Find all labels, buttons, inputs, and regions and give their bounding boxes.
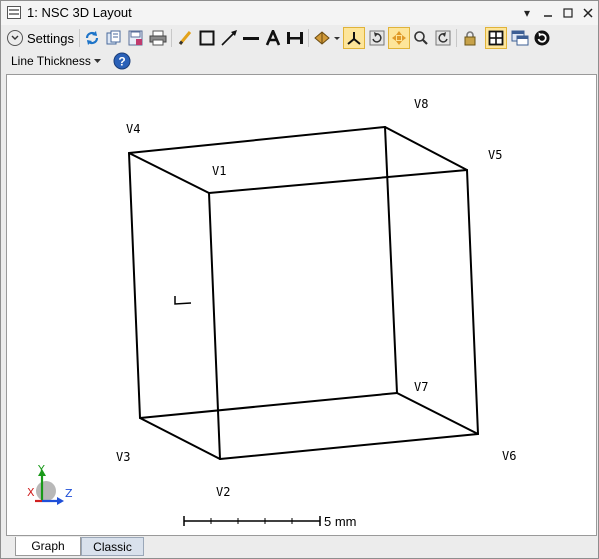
text-button[interactable]: [262, 27, 284, 49]
title-bar: 1: NSC 3D Layout ▾: [1, 1, 598, 25]
axis-label-x: X: [27, 486, 35, 499]
main-toolbar: Settings: [1, 26, 598, 50]
lock-button[interactable]: [459, 27, 481, 49]
nsc-3d-layout-window: 1: NSC 3D Layout ▾ Settings Line Thickne…: [0, 0, 599, 559]
line-icon: [243, 37, 259, 40]
svg-text:?: ?: [118, 55, 125, 69]
rotate-view-dropdown[interactable]: [312, 27, 342, 49]
pencil-icon: [178, 31, 192, 45]
save-icon: [128, 30, 143, 46]
refresh-circle-icon: [534, 30, 550, 46]
scale-bar: 5 mm: [183, 514, 357, 529]
refresh-button[interactable]: [81, 27, 103, 49]
fit-button[interactable]: [485, 27, 507, 49]
edge-v2-v6: [219, 433, 479, 460]
lock-icon: [464, 31, 476, 46]
vertex-label-v6: V6: [502, 449, 516, 463]
dimension-button[interactable]: [284, 27, 306, 49]
pan-button[interactable]: [388, 27, 410, 49]
edge-v4-v3: [128, 152, 141, 419]
print-button[interactable]: [147, 27, 169, 49]
copy-icon: [106, 30, 121, 45]
tab-classic[interactable]: Classic: [81, 537, 144, 556]
window-title: 1: NSC 3D Layout: [27, 5, 132, 20]
minimize-button[interactable]: [539, 4, 557, 22]
edge-v8-v5: [384, 126, 468, 171]
edge-v5-v6: [466, 169, 479, 435]
edge-v1-v2: [208, 192, 221, 460]
window-icon: [511, 30, 529, 46]
tab-graph[interactable]: Graph: [15, 537, 81, 556]
chevron-down-icon: [93, 58, 101, 63]
line-thickness-dropdown[interactable]: Line Thickness: [11, 54, 101, 68]
line-button[interactable]: [240, 27, 262, 49]
secondary-toolbar: Line Thickness ?: [1, 51, 598, 73]
window-button[interactable]: [509, 27, 531, 49]
edge-v4-v1: [128, 152, 210, 194]
axis-button[interactable]: [343, 27, 365, 49]
rotate-view-icon: [314, 31, 340, 45]
arrow-line-icon: [221, 30, 237, 46]
edge-v1-v5: [208, 169, 468, 194]
vertex-label-v2: V2: [216, 485, 230, 499]
toolbar-separator: [79, 29, 80, 47]
layout-canvas[interactable]: V1 V2 V3 V4 V5 V6 V7 V8 Y Z X 5 mm: [6, 74, 597, 536]
copy-button[interactable]: [103, 27, 125, 49]
close-button[interactable]: [579, 4, 597, 22]
help-icon: ?: [113, 52, 131, 70]
dimension-icon: [287, 32, 303, 44]
help-button[interactable]: ?: [113, 52, 133, 72]
toolbar-separator: [171, 29, 172, 47]
vertex-label-v1: V1: [212, 164, 226, 178]
pencil-button[interactable]: [174, 27, 196, 49]
chevron-down-icon: [7, 30, 23, 46]
toolbar-separator: [456, 29, 457, 47]
vertex-label-v3: V3: [116, 450, 130, 464]
axis-triad: Y Z X: [27, 463, 73, 505]
origin-marker: [174, 296, 192, 305]
vertex-label-v8: V8: [414, 97, 428, 111]
rotate-3d-icon: [369, 30, 385, 46]
window-layout-icon: [7, 6, 21, 19]
settings-button[interactable]: Settings: [7, 28, 74, 48]
fit-icon: [488, 30, 504, 46]
refresh-icon: [85, 31, 99, 45]
dropdown-icon[interactable]: ▾: [518, 4, 536, 22]
edge-v3-v2: [139, 417, 221, 460]
refresh-circle-button[interactable]: [531, 27, 553, 49]
text-icon: [265, 30, 281, 46]
save-button[interactable]: [125, 27, 147, 49]
rectangle-button[interactable]: [196, 27, 218, 49]
zoom-icon: [414, 31, 428, 45]
zoom-button[interactable]: [410, 27, 432, 49]
edge-v3-v7: [139, 392, 398, 419]
reset-view-icon: [435, 30, 451, 46]
edge-v7-v6: [396, 392, 479, 435]
vertex-label-v4: V4: [126, 122, 140, 136]
layout-drawing: V1 V2 V3 V4 V5 V6 V7 V8 Y Z X 5 mm: [27, 97, 516, 529]
rotate-3d-button[interactable]: [366, 27, 388, 49]
vertex-label-v5: V5: [488, 148, 502, 162]
axis-label-z: Z: [65, 487, 73, 500]
axis-label-y: Y: [37, 463, 45, 476]
edge-v4-v8: [128, 126, 386, 154]
axis-icon: [347, 32, 361, 45]
print-icon: [149, 30, 167, 46]
pan-icon: [392, 31, 406, 45]
reset-view-button[interactable]: [432, 27, 454, 49]
vertex-label-v7: V7: [414, 380, 428, 394]
toolbar-separator: [308, 29, 309, 47]
tab-strip: Graph Classic: [1, 536, 598, 558]
line-thickness-label: Line Thickness: [11, 54, 91, 68]
rectangle-icon: [199, 30, 215, 46]
settings-label: Settings: [27, 30, 74, 46]
maximize-button[interactable]: [559, 4, 577, 22]
scale-bar-label: 5 mm: [324, 514, 357, 529]
edge-v8-v7: [384, 126, 398, 394]
arrow-line-button[interactable]: [218, 27, 240, 49]
